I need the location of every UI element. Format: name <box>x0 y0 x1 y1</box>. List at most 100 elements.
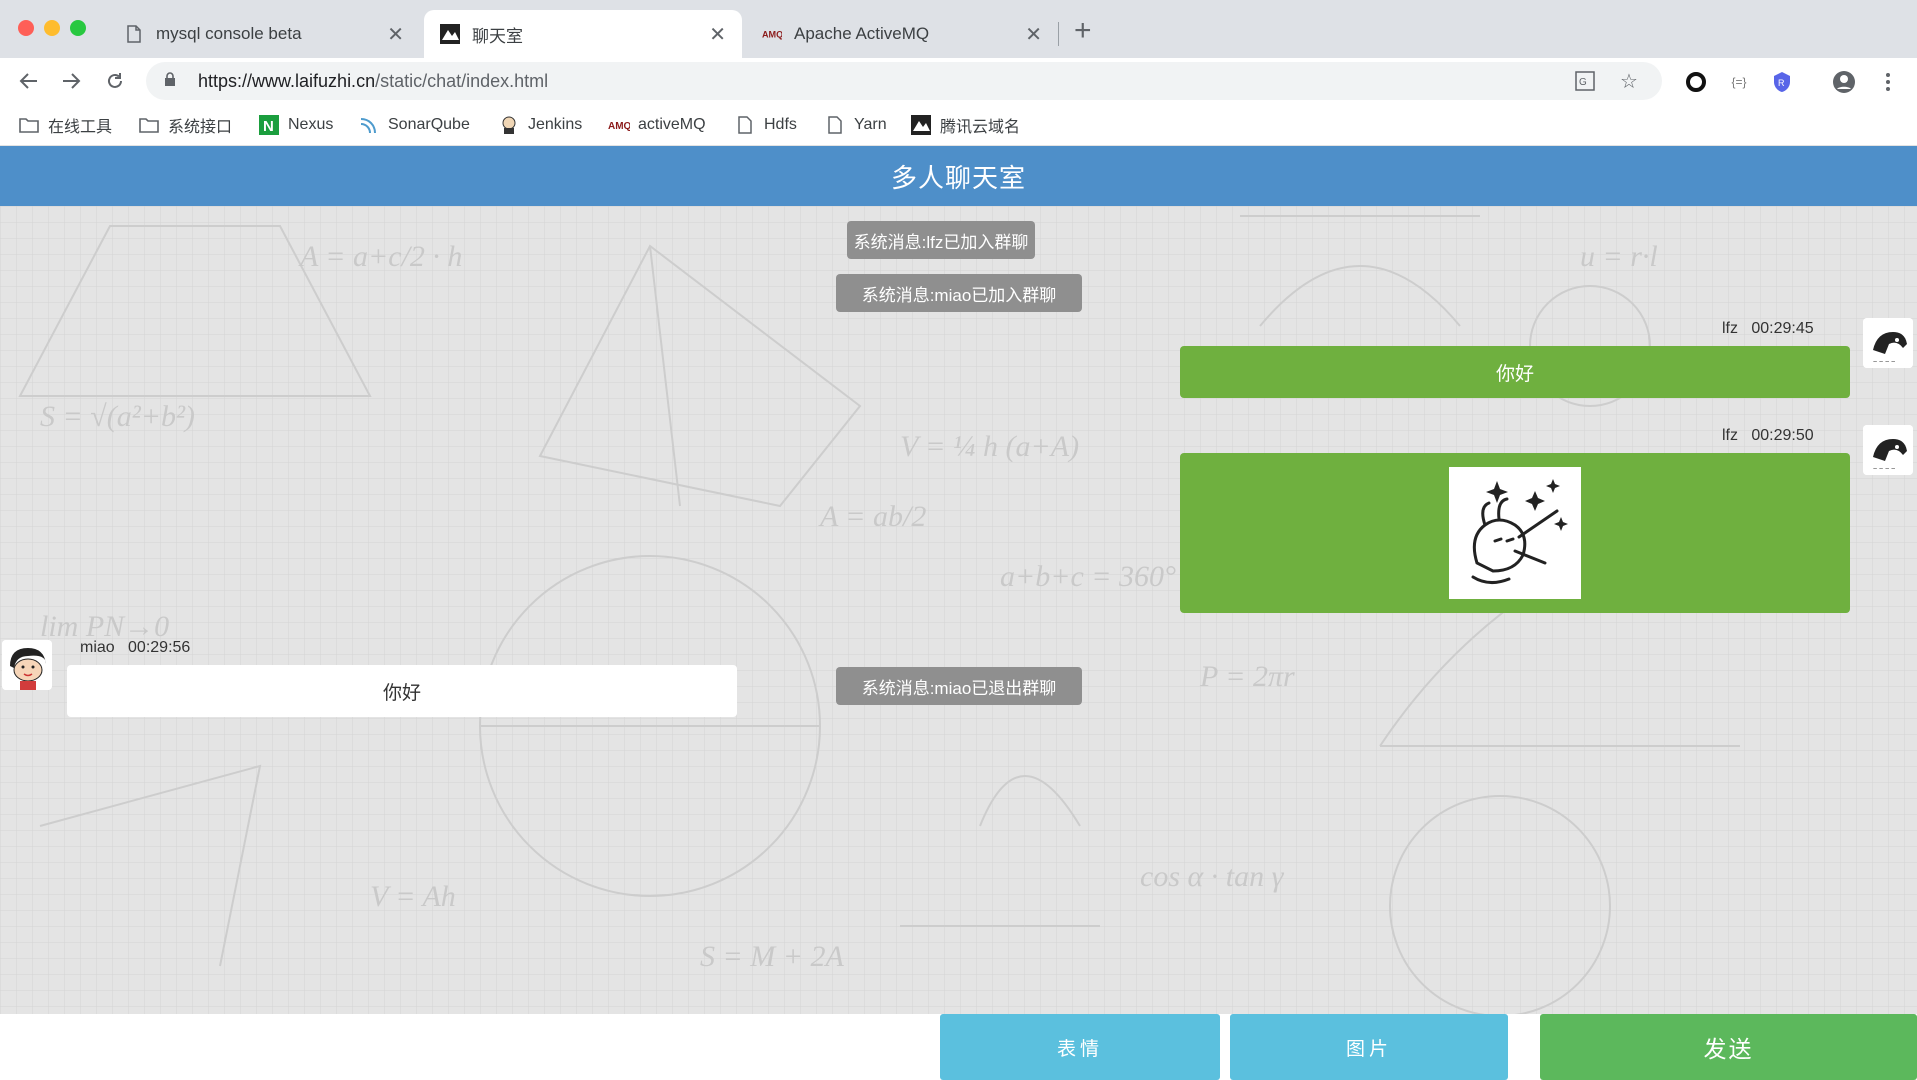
address-bar[interactable]: https://www.laifuzhi.cn/static/chat/inde… <box>146 62 1662 100</box>
page-icon <box>824 115 846 135</box>
tab-strip: mysql console beta ✕ 聊天室 ✕ AMQ Apache Ac… <box>0 0 1917 58</box>
message-input[interactable] <box>20 1018 932 1076</box>
system-message: 系统消息:miao已加入群聊 <box>836 274 1082 312</box>
message-meta: miao 00:29:56 <box>80 639 190 657</box>
image-button[interactable]: 图片 <box>1230 1014 1508 1080</box>
sticker-image[interactable] <box>1449 467 1581 599</box>
svg-text:A = ab/2: A = ab/2 <box>818 500 926 533</box>
close-icon[interactable]: ✕ <box>709 22 726 47</box>
bookmark-item[interactable]: 系统接口 <box>138 112 232 138</box>
user-avatar-icon: ~ ~ ~ ~ <box>1863 318 1913 368</box>
svg-text:A = a+c/2 · h: A = a+c/2 · h <box>298 240 462 273</box>
translate-icon[interactable]: G <box>1570 62 1600 100</box>
sonarqube-icon <box>358 115 380 135</box>
close-window-button[interactable] <box>18 20 34 36</box>
svg-text:N: N <box>263 118 274 135</box>
extension-brackets-icon[interactable]: {=} <box>1727 70 1751 94</box>
chat-header: 多人聊天室 <box>0 146 1917 206</box>
tab-chatroom[interactable]: 聊天室 ✕ <box>424 10 742 58</box>
svg-text:V = ¼ h (a+A): V = ¼ h (a+A) <box>900 430 1079 463</box>
tab-activemq[interactable]: AMQ Apache ActiveMQ ✕ <box>746 10 1058 58</box>
bookmark-item[interactable]: Hdfs <box>734 112 797 138</box>
chat-bubble-received: 你好 <box>67 665 737 717</box>
svg-text:P = 2πr: P = 2πr <box>1199 660 1295 693</box>
dabbing-rabbit-sticker-icon <box>1449 467 1581 599</box>
close-icon[interactable]: ✕ <box>387 22 404 47</box>
emoji-button[interactable]: 表情 <box>940 1014 1220 1080</box>
bookmark-item[interactable]: AMQ activeMQ <box>608 112 706 138</box>
forward-button[interactable] <box>56 66 86 96</box>
bookmark-item[interactable]: 腾讯云域名 <box>910 112 1020 138</box>
minimize-window-button[interactable] <box>44 20 60 36</box>
profile-icon[interactable] <box>1832 70 1856 94</box>
url-host: https://www.laifuzhi.cn <box>198 70 376 91</box>
bookmark-label: Jenkins <box>528 116 583 133</box>
tab-mysql-console[interactable]: mysql console beta ✕ <box>108 10 420 58</box>
site-favicon <box>440 24 460 44</box>
page-title: 多人聊天室 <box>890 162 1026 193</box>
amq-icon: AMQ <box>762 24 782 44</box>
svg-text:AMQ: AMQ <box>608 121 630 132</box>
reload-button[interactable] <box>100 66 130 96</box>
page-icon <box>734 115 756 135</box>
extension-shield-icon[interactable]: R <box>1770 70 1794 94</box>
chat-bubble-sent: 你好 <box>1180 346 1850 398</box>
zoom-window-button[interactable] <box>70 20 86 36</box>
close-icon[interactable]: ✕ <box>1025 22 1042 47</box>
bookmark-item[interactable]: SonarQube <box>358 112 470 138</box>
svg-text:cos α · tan γ: cos α · tan γ <box>1140 860 1285 893</box>
folder-icon <box>138 115 160 135</box>
arrow-left-icon <box>19 73 37 89</box>
composer-bar: 表情 图片 发送 <box>0 1014 1917 1080</box>
svg-text:AMQ: AMQ <box>762 30 782 40</box>
bookmark-label: Nexus <box>288 116 334 133</box>
message-time: 00:29:50 <box>1751 427 1814 444</box>
chat-message-area[interactable]: A = a+c/2 · h V = ¼ h (a+A) u = r·l S = … <box>0 206 1917 1014</box>
svg-text:S = M + 2A: S = M + 2A <box>700 940 844 973</box>
tab-separator <box>1058 22 1059 46</box>
bookmarks-bar: 在线工具 系统接口 N Nexus SonarQube Jenkins AMQ … <box>0 104 1917 146</box>
bookmark-item[interactable]: Jenkins <box>498 112 582 138</box>
amq-icon: AMQ <box>608 115 630 135</box>
svg-text:S = √(a²+b²): S = √(a²+b²) <box>40 400 195 433</box>
bookmark-label: 系统接口 <box>168 119 233 136</box>
send-button[interactable]: 发送 <box>1540 1014 1917 1080</box>
nexus-icon: N <box>258 115 280 135</box>
svg-text:u = r·l: u = r·l <box>1580 240 1658 273</box>
message-user: lfz <box>1722 320 1738 337</box>
bookmark-label: 在线工具 <box>48 119 113 136</box>
menu-dots-icon[interactable] <box>1876 70 1900 94</box>
message-meta: lfz 00:29:45 <box>1722 320 1814 338</box>
bookmark-label: Yarn <box>854 116 887 133</box>
avatar[interactable]: ~ ~ ~ ~ <box>1863 318 1913 368</box>
svg-text:a+b+c = 360°: a+b+c = 360° <box>1000 560 1176 593</box>
browser-toolbar: https://www.laifuzhi.cn/static/chat/inde… <box>0 58 1917 104</box>
chat-bubble-sent <box>1180 453 1850 613</box>
star-icon[interactable]: ☆ <box>1614 62 1644 100</box>
extension-circle-icon[interactable] <box>1684 70 1708 94</box>
system-message: 系统消息:lfz已加入群聊 <box>847 221 1035 259</box>
bookmark-item[interactable]: 在线工具 <box>18 112 112 138</box>
folder-icon <box>18 115 40 135</box>
url-text: https://www.laifuzhi.cn/static/chat/inde… <box>198 71 548 92</box>
message-time: 00:29:45 <box>1751 320 1814 337</box>
back-button[interactable] <box>14 66 44 96</box>
user-avatar-icon: ~ ~ ~ ~ <box>1863 425 1913 475</box>
message-user: lfz <box>1722 427 1738 444</box>
message-time: 00:29:56 <box>128 639 191 656</box>
avatar[interactable] <box>2 640 52 690</box>
lock-icon <box>164 72 184 90</box>
avatar[interactable]: ~ ~ ~ ~ <box>1863 425 1913 475</box>
bookmark-label: activeMQ <box>638 116 706 133</box>
bookmark-item[interactable]: Yarn <box>824 112 887 138</box>
bookmark-item[interactable]: N Nexus <box>258 112 333 138</box>
bookmark-label: 腾讯云域名 <box>940 119 1021 136</box>
svg-text:~ ~ ~ ~: ~ ~ ~ ~ <box>1873 359 1895 366</box>
url-path: /static/chat/index.html <box>375 70 549 91</box>
svg-text:~ ~ ~ ~: ~ ~ ~ ~ <box>1873 466 1895 473</box>
new-tab-button[interactable]: + <box>1074 14 1092 48</box>
tab-title: Apache ActiveMQ <box>794 24 930 43</box>
jenkins-icon <box>498 115 520 135</box>
cartoon-boy-avatar-icon <box>2 640 52 690</box>
svg-text:R: R <box>1778 78 1785 88</box>
